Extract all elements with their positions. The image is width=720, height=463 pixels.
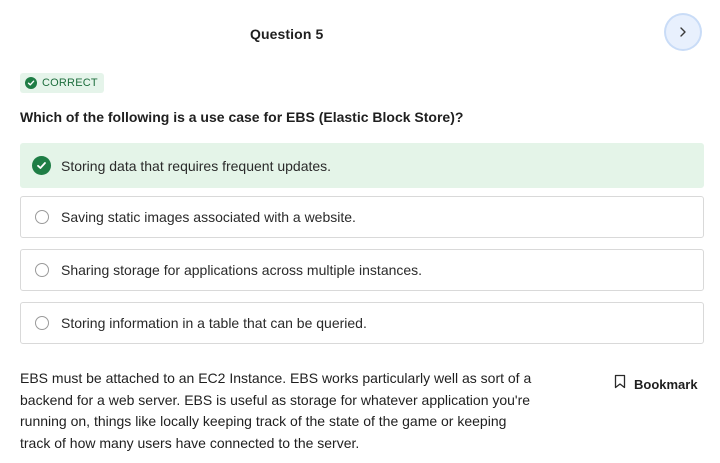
check-circle-icon: [32, 156, 51, 175]
chevron-right-icon: [677, 26, 689, 38]
answer-option-label: Storing data that requires frequent upda…: [61, 157, 332, 174]
answer-option-1[interactable]: Storing data that requires frequent upda…: [20, 143, 704, 188]
bookmark-icon: [614, 374, 626, 394]
quiz-page: Question 5 CORRECT Which of the followin…: [0, 0, 720, 463]
answer-option-label: Saving static images associated with a w…: [61, 209, 356, 225]
badge-label: CORRECT: [42, 77, 98, 89]
correct-badge: CORRECT: [20, 73, 104, 93]
question-title: Question 5: [250, 26, 324, 42]
answer-option-4[interactable]: Storing information in a table that can …: [20, 302, 704, 344]
answer-option-3[interactable]: Sharing storage for applications across …: [20, 249, 704, 291]
bookmark-button[interactable]: Bookmark: [614, 374, 698, 394]
answer-option-label: Storing information in a table that can …: [61, 315, 367, 331]
bookmark-label: Bookmark: [634, 376, 698, 392]
next-question-button[interactable]: [666, 15, 700, 49]
answer-option-2[interactable]: Saving static images associated with a w…: [20, 196, 704, 238]
check-circle-icon: [25, 77, 37, 89]
question-prompt: Which of the following is a use case for…: [20, 109, 464, 125]
radio-button[interactable]: [35, 316, 49, 330]
radio-button[interactable]: [35, 210, 49, 224]
answer-option-label: Sharing storage for applications across …: [61, 262, 423, 278]
radio-button[interactable]: [35, 263, 49, 277]
answer-explanation: EBS must be attached to an EC2 Instance.…: [20, 370, 532, 451]
